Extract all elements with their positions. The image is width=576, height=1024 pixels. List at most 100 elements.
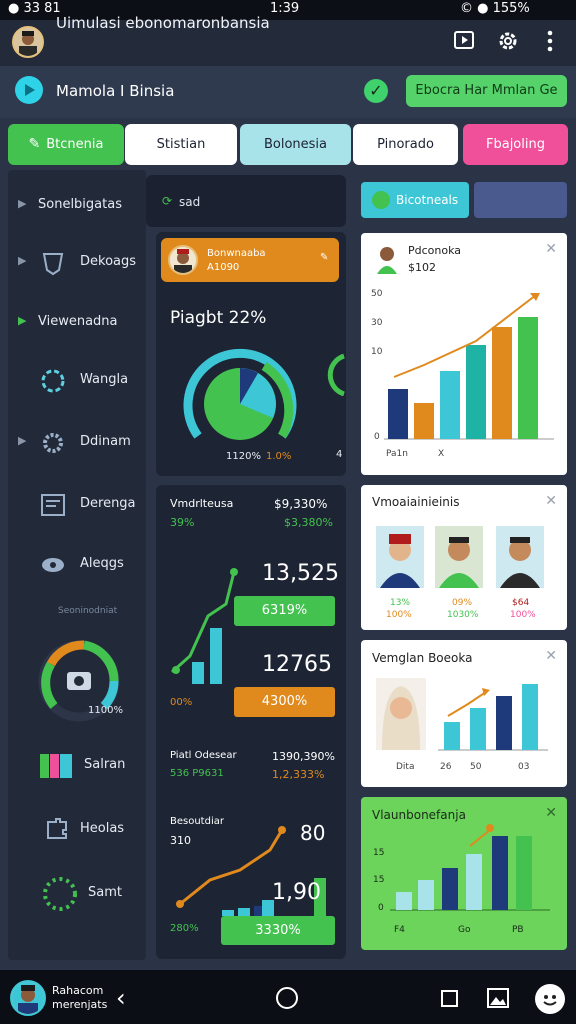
recents-icon[interactable]: [441, 990, 458, 1007]
stats-title: Vmdrlteusa: [170, 497, 234, 510]
card3-title: Vemglan Boeoka: [372, 651, 473, 665]
profile-avatar: [168, 245, 198, 275]
woman-photo: [376, 678, 426, 750]
chevron-right-icon: ▶: [18, 197, 27, 210]
edit-icon[interactable]: ✎: [320, 252, 328, 263]
bottom-user-name: Rahacom: [52, 984, 104, 997]
person1-v2: 100%: [386, 610, 412, 620]
tab-btcnenia[interactable]: ✎ Btcnenia: [8, 124, 124, 165]
gallery-icon[interactable]: [487, 988, 509, 1008]
document-icon: [40, 492, 66, 518]
gauge-caption: Seoninodniat: [58, 606, 118, 616]
right-tab-inactive[interactable]: [474, 182, 567, 218]
sidebar-item-sonelbigatas[interactable]: ▶ Sonelbigatas: [18, 193, 143, 221]
person3-v2: 100%: [510, 610, 536, 620]
card1-ytick: 10: [371, 347, 383, 357]
status-right: © ● 155%: [460, 1, 530, 16]
app-title: Uimulasi ebonomaronbansia: [56, 14, 270, 32]
middle-header: [146, 175, 346, 227]
stats-sub-left: 39%: [170, 516, 195, 529]
person2-v1: 09%: [452, 598, 473, 608]
back-icon[interactable]: ‹: [116, 984, 126, 1012]
donut-left-value: 1120%: [226, 451, 261, 462]
home-icon[interactable]: [276, 987, 298, 1009]
close-icon[interactable]: ✕: [545, 648, 557, 664]
status-time: 1:39: [270, 1, 300, 16]
sidebar-item-wangla[interactable]: Wangla: [18, 368, 143, 396]
cta-button[interactable]: Ebocra Har Mmlan Ge: [406, 75, 567, 107]
people-card-title: Vmoaiainieinis: [372, 495, 460, 509]
tab-fbajoling[interactable]: Fbajoling: [463, 124, 568, 165]
sidebar-item-dekoags[interactable]: ▶ Dekoags: [18, 250, 143, 278]
video-icon[interactable]: [450, 29, 478, 57]
card3-xtick: 50: [470, 762, 482, 772]
gauge-value: 1100%: [88, 705, 123, 716]
pen-icon: ✎: [28, 136, 41, 152]
sidebar-item-label: Samt: [88, 885, 122, 900]
person3-v1: $64: [512, 598, 530, 608]
card4-xtick: F4: [394, 925, 405, 935]
profile-sub: A1090: [207, 262, 240, 273]
chevron-right-icon: ▶: [18, 314, 27, 327]
card3-xtick: Dita: [396, 762, 415, 772]
tab-label: Btcnenia: [46, 137, 104, 152]
person1-v1: 13%: [390, 598, 411, 608]
brand-title: Mamola I Binsia: [56, 82, 175, 100]
puzzle-icon: [44, 816, 70, 842]
profile-name: Bonwnaaba: [207, 248, 266, 259]
card1-xtick: X: [438, 449, 445, 459]
sidebar-item-label: Sonelbigatas: [38, 197, 122, 212]
middle-header-label: sad: [179, 195, 201, 209]
card3-xtick: 03: [518, 762, 530, 772]
sidebar-item-samt[interactable]: Samt: [18, 877, 143, 911]
assistant-icon[interactable]: [535, 984, 565, 1014]
person-photo-2: [435, 526, 483, 588]
sidebar-item-label: Dekoags: [80, 254, 137, 269]
sidebar-item-aleqgs[interactable]: Aleqgs: [18, 552, 143, 580]
user-avatar[interactable]: [12, 26, 44, 58]
stats-title-value: $9,330%: [274, 497, 328, 511]
spinner-icon: [40, 874, 80, 914]
tab-bolonesia[interactable]: Bolonesia: [240, 124, 351, 165]
loader-icon: [40, 368, 66, 394]
chevron-right-icon: ▶: [18, 254, 27, 267]
stats-bottom-big-2: 1,90: [272, 880, 321, 905]
person-icon: [372, 244, 402, 274]
refresh-icon[interactable]: ⟳: [162, 194, 172, 208]
books-icon: [40, 752, 72, 778]
donut-chart: [180, 346, 300, 446]
right-tab-label: Bicotneals: [396, 193, 459, 207]
person2-v2: 1030%: [447, 610, 479, 620]
donut-right-value: 1.0%: [266, 451, 292, 462]
card3-xtick: 26: [440, 762, 452, 772]
card4-ytick: 15: [373, 848, 385, 858]
eye-icon: [40, 552, 66, 578]
bottom-avatar[interactable]: [10, 980, 46, 1016]
bottom-user-sub: merenjats: [52, 998, 108, 1011]
sidebar-item-derenga[interactable]: Derenga: [18, 492, 143, 520]
settings-icon[interactable]: [494, 29, 522, 57]
check-icon[interactable]: ✓: [364, 79, 388, 103]
close-icon[interactable]: ✕: [545, 241, 557, 257]
stats-row-title: Piatl Odesear: [170, 750, 237, 761]
stats-sub-right: $3,380%: [284, 516, 333, 529]
tab-stistian[interactable]: Stistian: [125, 124, 237, 165]
more-vert-icon[interactable]: [536, 29, 564, 57]
tab-pinorado[interactable]: Pinorado: [353, 124, 458, 165]
sidebar-item-ddinam[interactable]: ▶ Ddinam: [18, 430, 143, 458]
close-icon[interactable]: ✕: [545, 493, 557, 509]
sidebar-item-label: Derenga: [80, 496, 136, 511]
shield-icon: [40, 250, 66, 276]
card1-xtick: Pa1n: [386, 449, 408, 459]
person-photo-3: [496, 526, 544, 588]
sidebar-item-salran[interactable]: Salran: [18, 752, 143, 780]
person-photo-1: [376, 526, 424, 588]
donut-headline: Piagbt 22%: [170, 308, 267, 328]
stats-row-title-value: 1390,390%: [272, 750, 335, 763]
card1-ytick: 50: [371, 289, 383, 299]
stats-badge-3: 3330%: [221, 916, 335, 945]
sidebar-item-label: Viewenadna: [38, 314, 118, 329]
sidebar-item-label: Aleqgs: [80, 556, 124, 571]
sidebar-item-heolas[interactable]: Heolas: [18, 816, 143, 844]
sidebar-item-viewenadna[interactable]: ▶ Viewenadna: [18, 310, 143, 338]
